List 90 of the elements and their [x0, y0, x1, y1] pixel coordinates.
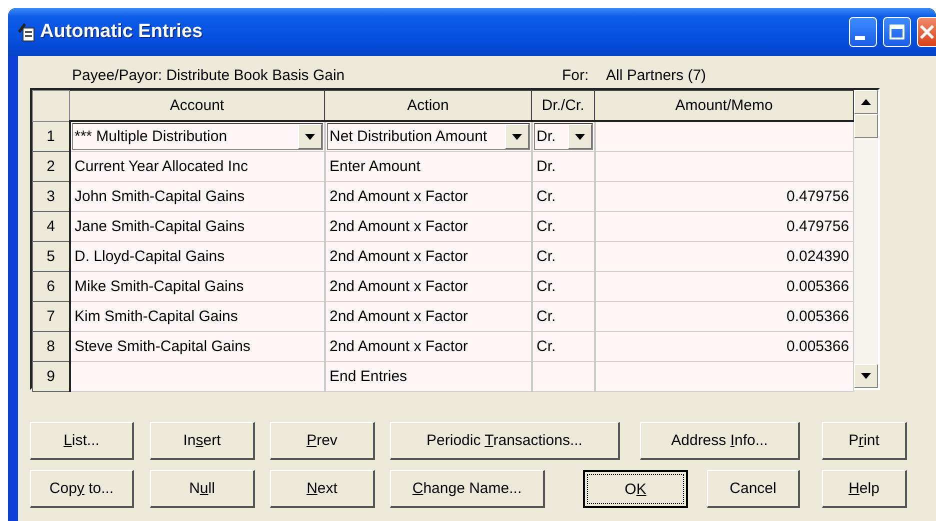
- dropdown-field[interactable]: Dr.: [534, 123, 592, 150]
- minimize-button[interactable]: [849, 17, 877, 47]
- row-number[interactable]: 6: [32, 272, 70, 302]
- button[interactable]: List...: [30, 422, 134, 460]
- table-cell: Current Year Allocated Inc: [70, 152, 324, 182]
- row-number[interactable]: 1: [32, 121, 70, 152]
- table-cell: 2nd Amount x Factor: [324, 272, 532, 302]
- row-number[interactable]: 7: [32, 302, 70, 332]
- table-row[interactable]: 5 D. Lloyd-Capital Gains 2nd Amount x Factor Cr. 0.024390: [32, 242, 854, 272]
- table-cell: D. Lloyd-Capital Gains: [70, 242, 324, 272]
- table-cell: End Entries: [324, 362, 532, 392]
- table-row[interactable]: 1 *** Multiple Distribution Net Distribution Amount Dr.: [32, 121, 854, 152]
- table-cell: Cr.: [532, 272, 594, 302]
- caret-icon: [512, 134, 522, 140]
- row-number[interactable]: 4: [32, 212, 70, 242]
- button[interactable]: OK: [583, 470, 688, 508]
- button[interactable]: Change Name...: [390, 470, 545, 508]
- table-cell: 2nd Amount x Factor: [324, 212, 532, 242]
- table-cell: 2nd Amount x Factor: [324, 242, 532, 272]
- for-value: All Partners (7): [606, 66, 706, 84]
- window-title: Automatic Entries: [40, 21, 204, 43]
- table-cell: 0.479756: [594, 212, 854, 242]
- payee-label: Payee/Payor: Distribute Book Basis Gain: [72, 66, 346, 84]
- caret-icon: [304, 134, 314, 140]
- table-cell: Jane Smith-Capital Gains: [70, 212, 324, 242]
- row-number[interactable]: 2: [32, 152, 70, 182]
- scroll-down-button[interactable]: [854, 364, 878, 388]
- button[interactable]: Address Info...: [640, 422, 800, 460]
- dropdown-button[interactable]: [504, 124, 528, 149]
- scrollbar[interactable]: [854, 90, 878, 388]
- caret-icon: [574, 134, 584, 140]
- table-row[interactable]: 8 Steve Smith-Capital Gains 2nd Amount x Factor Cr. 0.005366: [32, 332, 854, 362]
- table-cell: Dr.: [532, 152, 594, 182]
- table-cell: Enter Amount: [324, 152, 532, 182]
- row-number[interactable]: 3: [32, 182, 70, 212]
- table-row[interactable]: 7 Kim Smith-Capital Gains 2nd Amount x Factor Cr. 0.005366: [32, 302, 854, 332]
- table-row[interactable]: 2 Current Year Allocated Inc Enter Amount Dr.: [32, 152, 854, 182]
- table-cell: Mike Smith-Capital Gains: [70, 272, 324, 302]
- table-cell: Cr.: [532, 332, 594, 362]
- table-cell: 2nd Amount x Factor: [324, 182, 532, 212]
- maximize-button[interactable]: [883, 17, 911, 47]
- column-header[interactable]: Action: [324, 90, 532, 121]
- button[interactable]: Next: [270, 470, 375, 508]
- down-arrow-icon: [861, 373, 872, 379]
- minimize-icon: [855, 36, 865, 40]
- scroll-thumb[interactable]: [854, 114, 878, 138]
- table-cell: John Smith-Capital Gains: [70, 182, 324, 212]
- corner-cell: [32, 90, 70, 121]
- button[interactable]: Null: [150, 470, 255, 508]
- column-header[interactable]: Dr./Cr.: [532, 90, 594, 121]
- dropdown-field[interactable]: *** Multiple Distribution: [72, 123, 322, 150]
- table-cell: 0.005366: [594, 302, 854, 332]
- table-row[interactable]: 3 John Smith-Capital Gains 2nd Amount x Factor Cr. 0.479756: [32, 182, 854, 212]
- close-button[interactable]: [917, 17, 936, 47]
- table-cell: 0.479756: [594, 182, 854, 212]
- column-header[interactable]: Amount/Memo: [594, 90, 854, 121]
- table-cell: 2nd Amount x Factor: [324, 302, 532, 332]
- table-cell: Kim Smith-Capital Gains: [70, 302, 324, 332]
- table-row[interactable]: 9 End Entries: [32, 362, 854, 392]
- row-number[interactable]: 5: [32, 242, 70, 272]
- button[interactable]: Prev: [270, 422, 375, 460]
- maximize-icon: [889, 24, 905, 40]
- up-arrow-icon: [861, 99, 872, 105]
- table-cell: Steve Smith-Capital Gains: [70, 332, 324, 362]
- row-number[interactable]: 8: [32, 332, 70, 362]
- dropdown-button[interactable]: [298, 124, 322, 149]
- dropdown-field[interactable]: Net Distribution Amount: [326, 123, 530, 150]
- table-cell: Cr.: [532, 242, 594, 272]
- button[interactable]: Periodic Transactions...: [390, 422, 620, 460]
- table-row[interactable]: 4 Jane Smith-Capital Gains 2nd Amount x Factor Cr. 0.479756: [32, 212, 854, 242]
- column-header[interactable]: Account: [70, 90, 324, 121]
- table-row[interactable]: 6 Mike Smith-Capital Gains 2nd Amount x Factor Cr. 0.005366: [32, 272, 854, 302]
- for-label: For:: [562, 66, 590, 84]
- app-icon: [16, 22, 36, 42]
- button[interactable]: Cancel: [707, 470, 800, 508]
- table-cell: 0.005366: [594, 332, 854, 362]
- button[interactable]: Help: [822, 470, 907, 508]
- table-cell: 0.024390: [594, 242, 854, 272]
- row-number[interactable]: 9: [32, 362, 70, 392]
- table-cell: 2nd Amount x Factor: [324, 332, 532, 362]
- scroll-up-button[interactable]: [854, 90, 878, 114]
- table-cell: Cr.: [532, 212, 594, 242]
- button[interactable]: Print: [822, 422, 907, 460]
- table-cell: Cr.: [532, 302, 594, 332]
- table-cell: 0.005366: [594, 272, 854, 302]
- button[interactable]: Copy to...: [30, 470, 134, 508]
- table-cell: Cr.: [532, 182, 594, 212]
- close-icon: [919, 24, 935, 40]
- button[interactable]: Insert: [150, 422, 255, 460]
- dropdown-button[interactable]: [568, 124, 592, 149]
